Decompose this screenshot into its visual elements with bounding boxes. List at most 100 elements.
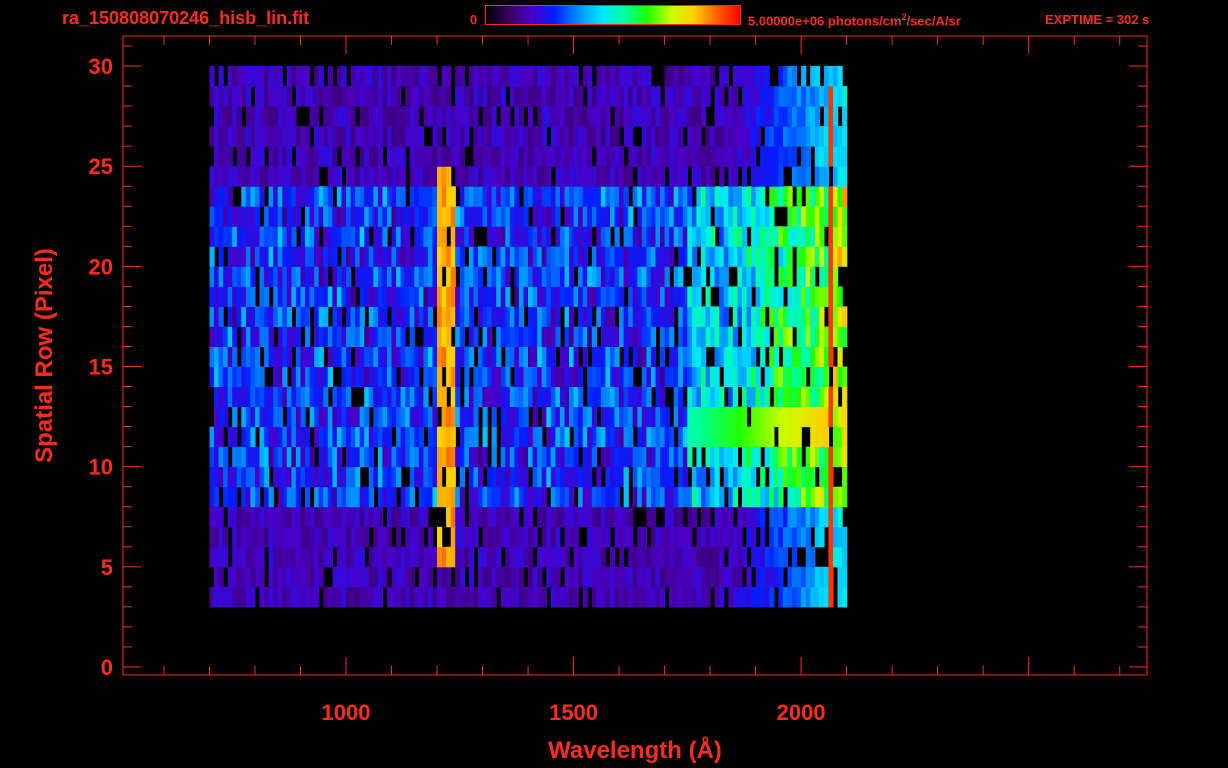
heatmap-cell <box>336 306 343 327</box>
heatmap-cell <box>318 466 324 488</box>
heatmap-cell <box>628 426 634 448</box>
heatmap-cell <box>614 166 620 187</box>
heatmap-cell <box>528 506 534 528</box>
heatmap-cell <box>336 326 343 347</box>
heatmap-cell <box>555 506 561 528</box>
heatmap-cell <box>632 186 638 207</box>
heatmap-cell <box>532 366 538 387</box>
heatmap-cell <box>687 386 693 407</box>
heatmap-cell <box>427 246 434 267</box>
heatmap-cell <box>669 446 675 468</box>
heatmap-cell <box>273 226 279 247</box>
heatmap-cell <box>518 126 525 147</box>
heatmap-cell <box>468 266 475 287</box>
heatmap-cell <box>259 466 265 488</box>
heatmap-cell <box>387 426 393 448</box>
heatmap-cell <box>241 66 247 87</box>
heatmap-cell <box>227 346 233 367</box>
heatmap-cell <box>368 106 374 127</box>
heatmap-cell <box>755 126 761 147</box>
heatmap-cell <box>450 386 456 407</box>
heatmap-cell <box>414 186 420 207</box>
heatmap-cell <box>241 286 247 307</box>
heatmap-cell <box>605 186 611 207</box>
heatmap-cell <box>537 586 543 608</box>
heatmap-cell <box>250 346 256 367</box>
heatmap-cell <box>687 346 693 367</box>
heatmap-cell <box>605 326 611 347</box>
heatmap-cell <box>833 246 839 267</box>
heatmap-cell <box>418 386 424 407</box>
heatmap-cell <box>792 546 798 568</box>
heatmap-cell <box>810 586 816 608</box>
heatmap-cell <box>273 346 279 367</box>
heatmap-cell <box>541 106 547 127</box>
heatmap-cell <box>646 406 652 428</box>
heatmap-cell <box>214 186 220 207</box>
heatmap-cell <box>418 266 424 287</box>
heatmap-cell <box>619 166 625 187</box>
heatmap-cell <box>300 266 306 287</box>
heatmap-cell <box>573 346 579 367</box>
heatmap-cell <box>241 386 247 407</box>
heatmap-cell <box>632 286 638 307</box>
heatmap-cell <box>382 66 388 87</box>
heatmap-cell <box>255 66 261 87</box>
heatmap-cell <box>578 246 584 267</box>
heatmap-cell <box>742 186 748 207</box>
heatmap-cell <box>669 586 675 608</box>
heatmap-cell <box>505 546 511 568</box>
heatmap-cell <box>232 326 238 347</box>
heatmap-cell <box>596 366 602 387</box>
heatmap-cell <box>760 246 766 267</box>
heatmap-cell <box>682 486 688 508</box>
heatmap-cell <box>632 146 638 167</box>
heatmap-cell <box>569 166 575 187</box>
heatmap-cell <box>573 386 579 407</box>
heatmap-cell <box>223 186 229 207</box>
heatmap-cell <box>232 586 238 608</box>
heatmap-cell <box>773 326 779 347</box>
heatmap-cell <box>227 126 233 147</box>
heatmap-cell <box>387 386 393 407</box>
heatmap-cell <box>578 386 584 407</box>
heatmap-cell <box>842 426 848 448</box>
heatmap-cell <box>241 226 247 247</box>
heatmap-cell <box>355 406 361 428</box>
heatmap-cell <box>632 446 638 468</box>
heatmap-cell <box>355 546 361 568</box>
heatmap-cell <box>546 306 552 327</box>
heatmap-cell <box>291 546 297 568</box>
heatmap-cell <box>496 306 502 327</box>
heatmap-cell <box>500 426 506 448</box>
heatmap-cell <box>223 326 229 347</box>
heatmap-cell <box>637 466 643 488</box>
heatmap-cell <box>732 406 738 428</box>
heatmap-cell <box>632 306 638 327</box>
heatmap-cell <box>387 466 393 488</box>
heatmap-cell <box>528 386 534 407</box>
heatmap-cell <box>255 346 261 367</box>
heatmap-cell <box>336 106 343 127</box>
heatmap-cell <box>236 586 242 608</box>
heatmap-cell <box>610 406 616 428</box>
heatmap-cell <box>259 446 265 468</box>
heatmap-cell <box>496 286 502 307</box>
heatmap-cell <box>423 506 429 528</box>
heatmap-cell <box>387 506 393 528</box>
heatmap-cell <box>241 406 247 428</box>
heatmap-cell <box>232 206 238 227</box>
heatmap-cell <box>487 566 493 588</box>
heatmap-cell <box>336 406 343 428</box>
heatmap-cell <box>295 446 302 468</box>
heatmap-cell <box>264 406 270 428</box>
heatmap-cell <box>459 206 465 227</box>
heatmap-cell <box>509 226 515 247</box>
heatmap-cell <box>459 126 465 147</box>
heatmap-cell <box>509 526 515 548</box>
heatmap-cell <box>400 246 406 267</box>
heatmap-cell <box>482 126 488 147</box>
heatmap-cell <box>318 186 324 207</box>
heatmap-cell <box>268 166 274 187</box>
heatmap-cell <box>473 586 479 608</box>
